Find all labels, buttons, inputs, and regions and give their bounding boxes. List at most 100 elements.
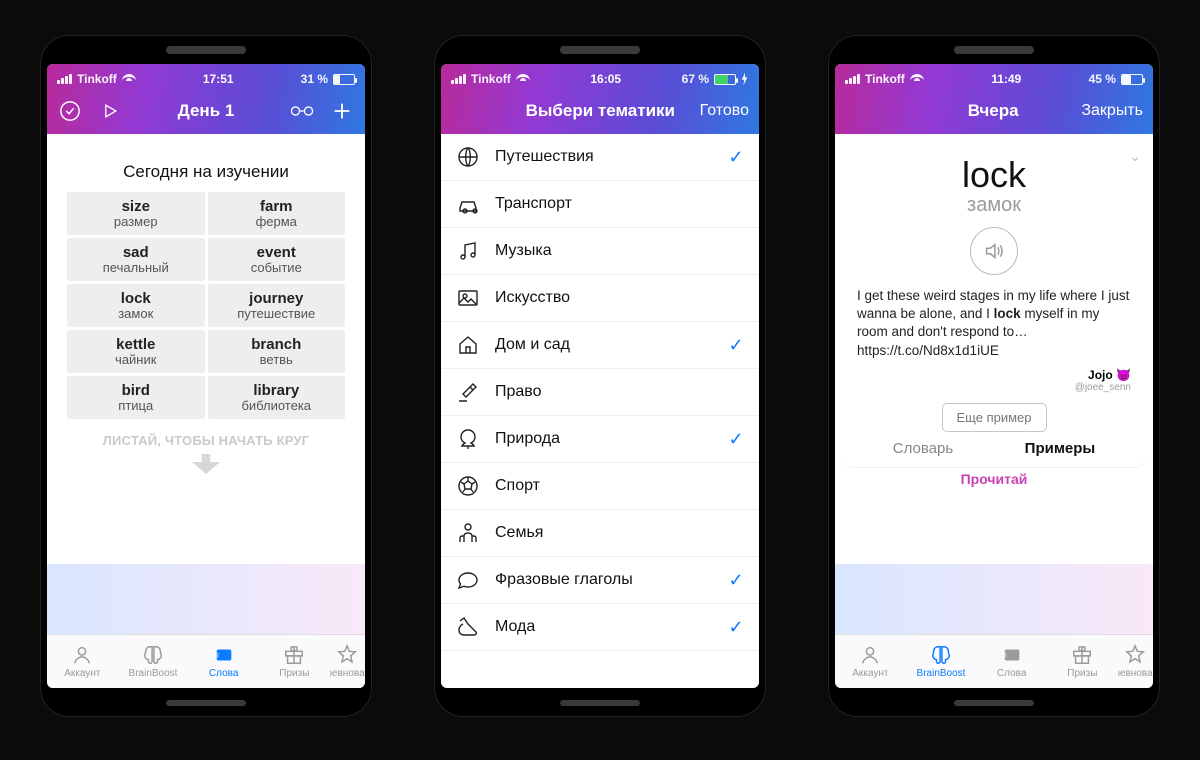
fashion-icon [455,615,481,639]
example-author: Jojo 😈 @joee_senn [857,368,1131,393]
signal-icon [451,74,466,84]
tab-examples[interactable]: Примеры [1025,440,1096,457]
tab-bar-3: АккаунтBrainBoostСловаПризыСоревнования [835,634,1153,688]
topic-label: Фразовые глаголы [495,571,713,589]
tab-Аккаунт[interactable]: Аккаунт [47,635,118,688]
word-grid: sizeразмерfarmфермаsadпечальныйeventсобы… [67,192,345,419]
battery-pct: 45 % [1089,72,1116,86]
background-tint [47,564,365,634]
word-card: ⌄ lock замок I get these weird stages in… [843,142,1145,467]
nav-title-1: День 1 [178,101,235,121]
example-text: I get these weird stages in my life wher… [857,287,1131,360]
topic-label: Спорт [495,477,713,495]
home-icon [455,333,481,357]
tab-Соревнования[interactable]: Соревнования [1118,635,1153,688]
word-headline: lock [857,154,1131,196]
word-cell[interactable]: sadпечальный [67,238,205,281]
chevron-down-icon[interactable]: ⌄ [1129,148,1141,165]
check-circle-icon[interactable] [57,98,83,124]
nav-bar-2: Выбери тематики Готово [451,96,749,126]
card-tabs: Словарь Примеры [857,440,1131,457]
carrier-label: Tinkoff [865,72,905,86]
tab-Слова[interactable]: Слова [188,635,259,688]
topic-label: Семья [495,524,713,542]
status-bar-1: Tinkoff 17:51 31 % [57,70,355,88]
topic-label: Дом и сад [495,336,713,354]
topic-label: Право [495,383,713,401]
swipe-hint: ЛИСТАЙ, ЧТОБЫ НАЧАТЬ КРУГ [67,433,345,448]
word-cell[interactable]: journeyпутешествие [208,284,346,327]
phone-frame-2: Tinkoff 16:05 67 % Выбери тематики Готов… [435,36,765,716]
read-hint: Прочитай [835,471,1153,487]
battery-icon [1121,74,1143,85]
charging-icon [741,72,749,86]
word-cell[interactable]: lockзамок [67,284,205,327]
wifi-icon [516,74,530,84]
wifi-icon [910,74,924,84]
topic-label: Путешествия [495,148,713,166]
header-3: Tinkoff 11:49 45 % Вчера Закрыть [835,64,1153,134]
checkmark-icon: ✓ [727,617,745,638]
phone-frame-3: Tinkoff 11:49 45 % Вчера Закрыть ⌄ [829,36,1159,716]
battery-pct: 31 % [301,72,328,86]
clock: 16:05 [590,72,621,86]
word-cell[interactable]: branchветвь [208,330,346,373]
sport-icon [455,474,481,498]
word-cell[interactable]: birdптица [67,376,205,419]
nature-icon [455,427,481,451]
word-cell[interactable]: eventсобытие [208,238,346,281]
topic-row-home[interactable]: Дом и сад✓ [441,322,759,369]
carrier-label: Tinkoff [471,72,511,86]
topic-row-phrasal[interactable]: Фразовые глаголы✓ [441,557,759,604]
play-icon[interactable] [97,98,123,124]
card-title: Сегодня на изучении [67,162,345,182]
close-button[interactable]: Закрыть [1081,102,1143,120]
topic-label: Искусство [495,289,713,307]
signal-icon [57,74,72,84]
word-cell[interactable]: libraryбиблиотека [208,376,346,419]
tab-Соревнования[interactable]: Соревнования [330,635,365,688]
plus-icon[interactable] [329,98,355,124]
glasses-icon[interactable] [289,98,315,124]
topic-row-sport[interactable]: Спорт [441,463,759,510]
more-example-button[interactable]: Еще пример [942,403,1047,432]
topic-row-family[interactable]: Семья [441,510,759,557]
battery-icon [333,74,355,85]
topic-label: Транспорт [495,195,713,213]
topic-row-car[interactable]: Транспорт [441,181,759,228]
tab-Призы[interactable]: Призы [259,635,330,688]
topic-row-nature[interactable]: Природа✓ [441,416,759,463]
topic-label: Мода [495,618,713,636]
topic-row-fashion[interactable]: Мода ✓ [441,604,759,651]
speaker-icon [983,240,1005,262]
wifi-icon [122,74,136,84]
word-cell[interactable]: farmферма [208,192,346,235]
done-button[interactable]: Готово [700,102,749,120]
globe-icon [455,145,481,169]
content-2[interactable]: Путешествия✓ТранспортМузыкаИскусствоДом … [441,134,759,688]
art-icon [455,286,481,310]
music-icon [455,239,481,263]
content-1: Сегодня на изучении sizeразмерfarmфермаs… [47,134,365,634]
background-tint [835,564,1153,634]
topic-row-law[interactable]: Право [441,369,759,416]
status-bar-3: Tinkoff 11:49 45 % [845,70,1143,88]
clock: 11:49 [991,72,1021,86]
tab-Аккаунт[interactable]: Аккаунт [835,635,906,688]
topic-row-globe[interactable]: Путешествия✓ [441,134,759,181]
topic-list: Путешествия✓ТранспортМузыкаИскусствоДом … [441,134,759,651]
phrasal-icon [455,568,481,592]
word-cell[interactable]: sizeразмер [67,192,205,235]
word-cell[interactable]: kettleчайник [67,330,205,373]
tab-Призы[interactable]: Призы [1047,635,1118,688]
tab-dictionary[interactable]: Словарь [893,440,953,457]
topic-row-music[interactable]: Музыка [441,228,759,275]
nav-bar-3: Вчера Закрыть [845,96,1143,126]
tab-BrainBoost[interactable]: BrainBoost [906,635,977,688]
signal-icon [845,74,860,84]
tab-Слова[interactable]: Слова [976,635,1047,688]
tab-BrainBoost[interactable]: BrainBoost [118,635,189,688]
topic-row-art[interactable]: Искусство [441,275,759,322]
car-icon [455,192,481,216]
speaker-button[interactable] [970,227,1018,275]
